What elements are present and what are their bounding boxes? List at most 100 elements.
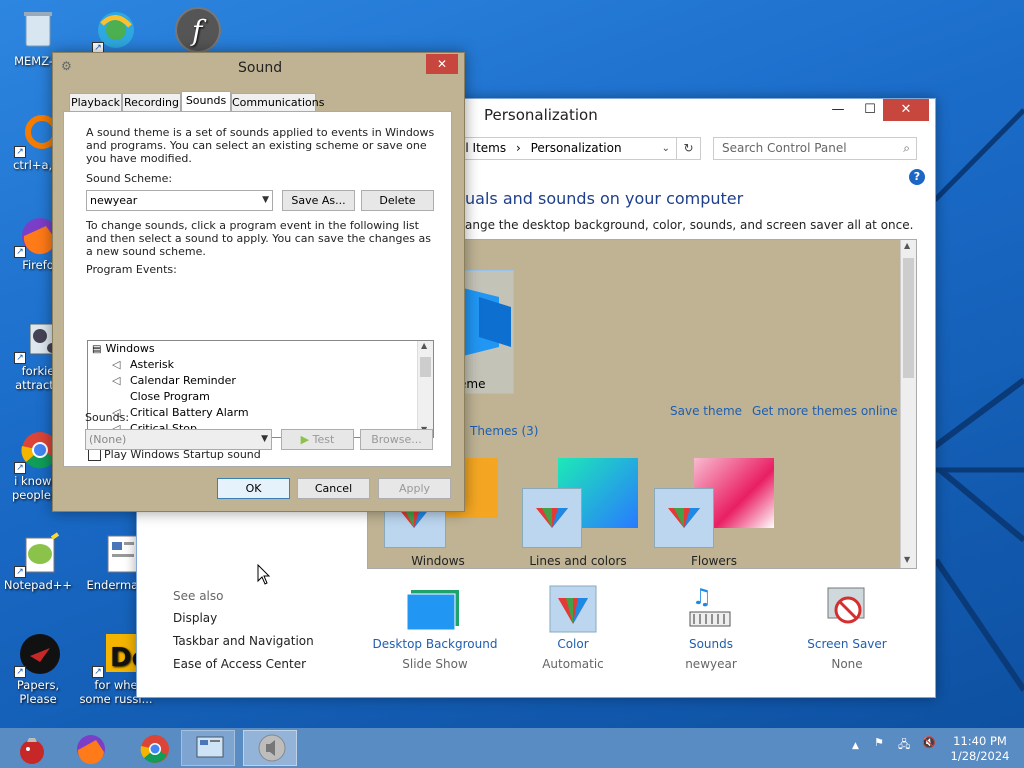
theme-label: Lines and colors <box>529 554 627 568</box>
taskbar-chrome[interactable] <box>122 730 176 766</box>
network-icon[interactable]: 🖧 <box>898 736 910 755</box>
chrome-icon <box>140 735 169 763</box>
breadcrumb-separator: › <box>515 141 521 155</box>
desktop-icon-label: Notepad++ <box>3 578 73 592</box>
edge-shortcut-icon: ↗ <box>92 8 138 54</box>
intro-text: A sound theme is a set of sounds applied… <box>86 126 435 165</box>
tab-recording[interactable]: Recording <box>122 93 181 112</box>
get-more-themes-link[interactable]: Get more themes online <box>752 404 898 418</box>
desktop-icon-notepadpp[interactable]: ↗ Notepad++ <box>0 532 76 592</box>
search-icon[interactable]: ⌕ <box>903 138 910 159</box>
firefox-icon <box>77 735 105 765</box>
item-label: Sounds <box>688 637 734 651</box>
window-title: Personalization <box>484 106 598 124</box>
page-subtitle: ange the desktop background, color, soun… <box>465 218 914 232</box>
instructions-text: To change sounds, click a program event … <box>86 219 431 258</box>
themes-scrollbar[interactable]: ▲ ▼ <box>900 240 916 568</box>
color-item[interactable]: Color Automatic <box>503 584 643 671</box>
desktop-background-item[interactable]: Desktop Background Slide Show <box>365 584 505 671</box>
taskbar-navigation-link[interactable]: Taskbar and Navigation <box>173 634 314 648</box>
tab-playback[interactable]: Playback <box>69 93 122 112</box>
events-scrollbar[interactable]: ▲ ▼ <box>417 341 433 437</box>
screen-saver-icon <box>827 587 865 624</box>
theme-flowers[interactable]: Flowers <box>654 458 774 568</box>
clock[interactable]: 11:40 PM 1/28/2024 <box>940 734 1020 764</box>
test-button[interactable]: ▶ Test <box>281 429 354 450</box>
desktop-icon-flash[interactable]: f <box>158 6 234 53</box>
sound-dialog: ⚙ Sound ✕ Playback Recording Sounds Comm… <box>52 52 465 512</box>
desktop-icon-papers-please[interactable]: ↗ Papers, Please <box>0 632 76 706</box>
taskbar-sound[interactable] <box>243 730 297 766</box>
show-hidden-icons-button[interactable]: ▲ <box>852 741 859 751</box>
sounds-label: Sounds: <box>85 411 130 424</box>
scroll-thumb[interactable] <box>903 258 914 378</box>
refresh-button[interactable]: ↻ <box>677 137 701 160</box>
sounds-item[interactable]: ♫ Sounds newyear <box>641 584 781 671</box>
sound-titlebar[interactable]: ⚙ Sound ✕ <box>53 53 464 83</box>
save-theme-link[interactable]: Save theme <box>670 404 742 418</box>
tree-item[interactable]: ◁ Critical Battery Alarm <box>112 405 249 421</box>
event-label: Calendar Reminder <box>130 374 236 387</box>
save-as-button[interactable]: Save As... <box>282 190 355 211</box>
search-placeholder: Search Control Panel <box>722 141 847 155</box>
display-link[interactable]: Display <box>173 611 217 625</box>
chevron-down-icon[interactable]: ⌄ <box>662 138 670 159</box>
screen-saver-item[interactable]: Screen Saver None <box>777 584 917 671</box>
sounds-select[interactable]: (None) ▼ <box>85 429 272 450</box>
shortcut-arrow-icon: ↗ <box>14 666 26 678</box>
ok-button[interactable]: OK <box>217 478 290 499</box>
breadcrumb-item[interactable]: Personalization <box>531 141 622 155</box>
scroll-up-icon[interactable]: ▲ <box>421 341 427 350</box>
tree-item[interactable]: Close Program <box>112 389 210 405</box>
ease-of-access-link[interactable]: Ease of Access Center <box>173 657 306 671</box>
item-label: Color <box>557 637 589 651</box>
start-button[interactable] <box>0 730 54 766</box>
current-theme-tile[interactable]: eme <box>458 270 514 394</box>
theme-lines-and-colors[interactable]: Lines and colors <box>518 458 638 568</box>
notepadpp-shortcut-icon: ↗ <box>14 532 60 578</box>
control-panel-icon <box>196 736 224 758</box>
program-events-tree[interactable]: ▤ Windows ◁ Asterisk ◁ Calendar Reminder Cl… <box>87 340 434 438</box>
shortcut-arrow-icon: ↗ <box>14 352 26 364</box>
papers-please-shortcut-icon: ↗ <box>14 632 60 678</box>
flash-player-icon: f <box>174 6 221 53</box>
event-label: Asterisk <box>130 358 175 371</box>
breadcrumb-item[interactable]: el Items <box>458 141 506 155</box>
scroll-down-icon[interactable]: ▼ <box>904 555 910 564</box>
shortcut-arrow-icon: ↗ <box>14 146 26 158</box>
tab-sounds[interactable]: Sounds <box>181 91 231 112</box>
delete-button[interactable]: Delete <box>361 190 434 211</box>
event-label: Close Program <box>130 390 210 403</box>
speaker-icon: ◁ <box>112 358 121 371</box>
desktop-icon-label: Papers, Please <box>16 678 60 706</box>
search-input[interactable]: Search Control Panel ⌕ <box>713 137 917 160</box>
cancel-button[interactable]: Cancel <box>297 478 370 499</box>
action-center-flag-icon[interactable]: ⚑ <box>874 736 884 749</box>
desktop-icon-edge[interactable]: ↗ <box>78 8 154 54</box>
clock-date: 1/28/2024 <box>950 749 1010 763</box>
apply-button[interactable]: Apply <box>378 478 451 499</box>
theme-label: Flowers <box>691 554 737 568</box>
russian-shortcut-icon: De ↗ <box>92 632 149 678</box>
taskbar-firefox[interactable] <box>58 730 112 766</box>
desktop-background-icon <box>406 590 459 631</box>
close-button[interactable]: ✕ <box>883 99 929 121</box>
tree-item[interactable]: ◁ Calendar Reminder <box>112 373 236 389</box>
scroll-up-icon[interactable]: ▲ <box>904 241 910 250</box>
tab-communications[interactable]: Communications <box>231 93 324 112</box>
tree-item-windows[interactable]: ▤ Windows <box>92 341 155 357</box>
help-icon[interactable]: ? <box>909 169 925 185</box>
taskbar-control-panel[interactable] <box>181 730 235 766</box>
breadcrumb[interactable]: el Items › Personalization ⌄ <box>455 137 677 160</box>
start-ornament-icon <box>20 738 44 764</box>
tree-item[interactable]: ◁ Asterisk <box>112 357 174 373</box>
scroll-thumb[interactable] <box>420 357 431 377</box>
maximize-button[interactable]: ☐ <box>854 99 886 121</box>
sounds-icon: ♫ <box>689 585 731 627</box>
theme-label: Windows <box>411 554 465 568</box>
minimize-button[interactable]: — <box>822 99 854 121</box>
scheme-select[interactable]: newyear ▼ <box>86 190 273 211</box>
volume-muted-icon[interactable]: 🔇 <box>922 736 936 749</box>
close-button[interactable]: ✕ <box>426 54 458 74</box>
browse-button[interactable]: Browse... <box>360 429 433 450</box>
